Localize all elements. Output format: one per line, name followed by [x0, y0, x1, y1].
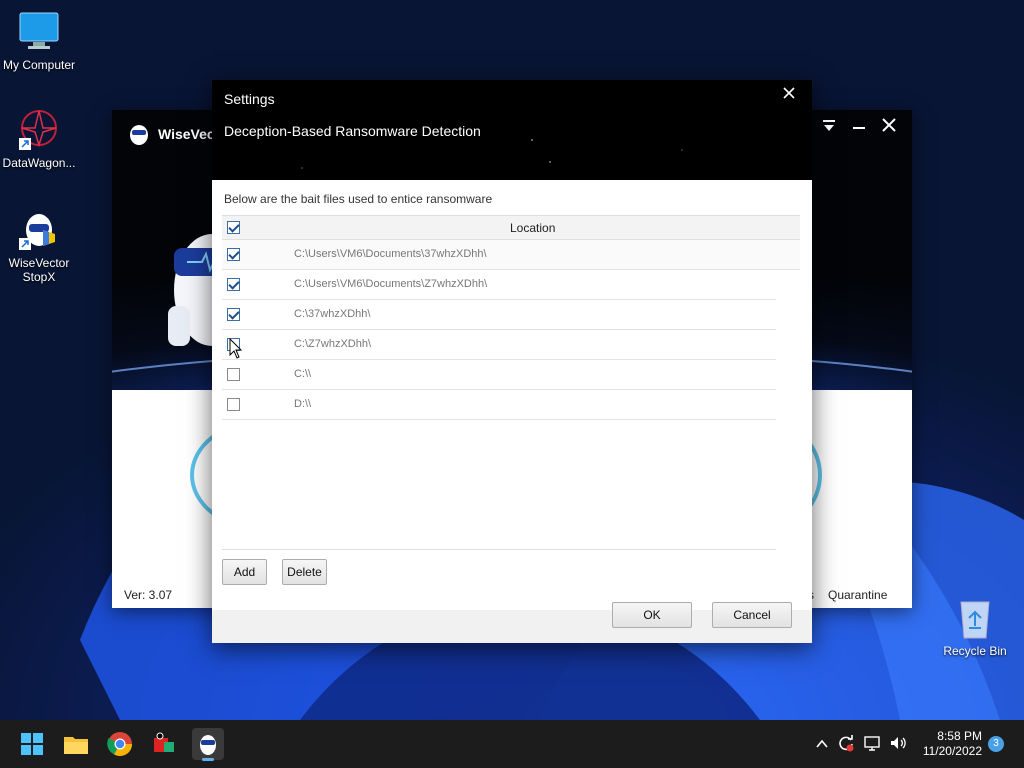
desktop-icon-label: My Computer: [2, 58, 76, 72]
settings-dialog: Settings Deception-Based Ransomware Dete…: [212, 80, 812, 643]
row-checkbox[interactable]: [227, 278, 240, 291]
app-version: Ver: 3.07: [124, 588, 173, 602]
bait-files-panel: Below are the bait files used to entice …: [212, 180, 812, 610]
monitor-icon: [19, 12, 59, 49]
column-header-location: Location: [510, 221, 556, 235]
volume-icon[interactable]: [888, 734, 908, 754]
media-app-icon[interactable]: [148, 728, 180, 760]
row-checkbox[interactable]: [227, 368, 240, 381]
windows-start-icon[interactable]: [16, 728, 48, 760]
bait-files-table-header: Location: [222, 215, 800, 240]
taskbar-clock[interactable]: 8:58 PM 11/20/2022: [914, 729, 982, 759]
cancel-button[interactable]: Cancel: [712, 602, 792, 628]
row-path: C:\Users\VM6\Documents\Z7whzXDhh\: [294, 278, 488, 290]
table-row[interactable]: C:\37whzXDhh\: [222, 300, 776, 330]
row-checkbox[interactable]: [227, 308, 240, 321]
table-row[interactable]: C:\\: [222, 360, 776, 390]
row-checkbox[interactable]: [227, 248, 240, 261]
chevron-up-icon[interactable]: [812, 734, 832, 754]
app-menu-icon[interactable]: [817, 116, 841, 137]
app-name: WiseVec: [158, 126, 215, 142]
panel-description: Below are the bait files used to entice …: [224, 192, 493, 206]
row-path: C:\Z7whzXDhh\: [294, 338, 372, 350]
dialog-subtitle: Deception-Based Ransomware Detection: [224, 123, 481, 139]
quarantine-link[interactable]: Quarantine: [828, 588, 887, 602]
mouse-cursor-icon: [229, 338, 243, 359]
datawagon-icon: [19, 110, 57, 150]
recycle-bin-label: Recycle Bin: [943, 644, 1007, 658]
row-path: C:\37whzXDhh\: [294, 308, 371, 320]
dialog-title-bar: Settings Deception-Based Ransomware Dete…: [212, 80, 812, 180]
sync-icon[interactable]: [836, 734, 856, 754]
table-row[interactable]: D:\\: [222, 390, 776, 420]
table-row[interactable]: C:\Users\VM6\Documents\37whzXDhh\: [222, 240, 800, 270]
add-button[interactable]: Add: [222, 559, 267, 585]
row-path: D:\\: [294, 398, 312, 410]
desktop-icon-label: DataWagon...: [2, 156, 76, 170]
desktop-icon-label: WiseVector StopX: [8, 256, 70, 284]
panel-separator: [222, 549, 776, 550]
recycle-bin-icon: [960, 601, 990, 639]
clock-date: 11/20/2022: [922, 744, 982, 758]
network-icon[interactable]: [862, 734, 882, 754]
app-minimize-icon[interactable]: [847, 116, 871, 137]
desktop-icon-datawagon[interactable]: DataWagon...: [0, 108, 79, 170]
desktop-icon-wisevector[interactable]: WiseVector StopX: [0, 208, 79, 284]
app-logo: WiseVec: [128, 122, 215, 146]
table-row[interactable]: C:\Z7whzXDhh\: [222, 330, 776, 360]
desktop-icon-my-computer[interactable]: My Computer: [0, 10, 79, 72]
app-close-icon[interactable]: [877, 116, 901, 137]
table-row[interactable]: C:\Users\VM6\Documents\Z7whzXDhh\: [222, 270, 776, 300]
desktop-icon-recycle-bin[interactable]: Recycle Bin: [940, 596, 1010, 658]
taskbar: 8:58 PM 11/20/2022 3: [0, 720, 1024, 768]
file-explorer-icon[interactable]: [60, 728, 92, 760]
notification-badge[interactable]: 3: [988, 736, 1004, 752]
wisevector-icon[interactable]: [192, 728, 224, 761]
dialog-title: Settings: [224, 91, 275, 107]
ok-button[interactable]: OK: [612, 602, 692, 628]
dialog-close-icon[interactable]: [780, 82, 798, 104]
delete-button[interactable]: Delete: [282, 559, 327, 585]
select-all-checkbox[interactable]: [227, 221, 240, 234]
row-path: C:\Users\VM6\Documents\37whzXDhh\: [294, 248, 487, 260]
clock-time: 8:58 PM: [937, 729, 982, 743]
robot-logo-icon: [130, 125, 148, 145]
row-path: C:\\: [294, 368, 312, 380]
chrome-icon[interactable]: [104, 728, 136, 760]
row-checkbox[interactable]: [227, 398, 240, 411]
wisevector-robot-icon: [19, 214, 55, 250]
